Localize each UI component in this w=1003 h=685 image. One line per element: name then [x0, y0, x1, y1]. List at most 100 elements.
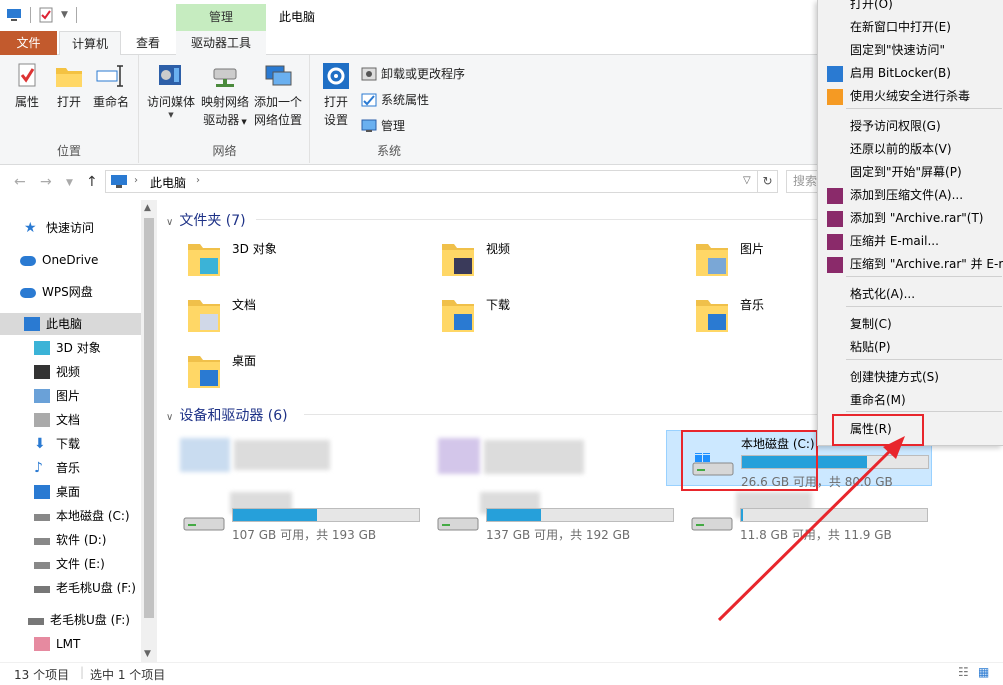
properties-icon[interactable]: [39, 7, 53, 23]
address-bar[interactable]: › 此电脑 › ▽: [105, 170, 758, 193]
sidebar-item[interactable]: 文档: [0, 409, 141, 431]
context-menu-item[interactable]: 压缩到 "Archive.rar" 并 E-mail: [818, 253, 1003, 276]
manage-label: 管理: [381, 119, 406, 133]
back-icon[interactable]: ←: [14, 174, 26, 190]
context-menu-item[interactable]: 格式化(A)...: [818, 283, 1003, 306]
toolbar-separator: [30, 7, 31, 23]
context-menu-item[interactable]: 添加到 "Archive.rar"(T): [818, 207, 1003, 230]
sidebar-item[interactable]: OneDrive: [0, 249, 141, 271]
document-icon: [34, 413, 50, 427]
up-icon[interactable]: ↑: [86, 174, 98, 190]
customize-toolbar-icon[interactable]: ▼: [61, 10, 68, 20]
chevron-right-icon[interactable]: ›: [196, 175, 200, 186]
manage-context-tab[interactable]: 管理: [176, 4, 266, 31]
cloud-icon: [20, 288, 36, 298]
context-menu-item[interactable]: 还原以前的版本(V): [818, 138, 1003, 161]
refresh-button[interactable]: ↻: [758, 170, 778, 193]
scroll-up-icon[interactable]: ▲: [144, 203, 151, 213]
map-network-drive-button[interactable]: 映射网络 驱动器 ▼: [198, 63, 252, 131]
tab-view[interactable]: 查看: [124, 31, 172, 55]
details-view-icon[interactable]: ☷: [958, 665, 969, 679]
context-menu-item[interactable]: 在新窗口中打开(E): [818, 16, 1003, 39]
access-media-button[interactable]: 访问媒体 ▼: [144, 63, 198, 119]
context-menu-item[interactable]: 粘贴(P): [818, 336, 1003, 359]
context-menu-label: 格式化(A)...: [850, 287, 916, 301]
large-icons-view-icon[interactable]: ▦: [978, 665, 989, 679]
gear-icon: [323, 63, 349, 89]
devices-group-header[interactable]: ∨ 设备和驱动器 (6): [166, 405, 288, 425]
sidebar-item[interactable]: ♪ 音乐: [0, 457, 141, 479]
toolbar-separator: [75, 7, 77, 23]
location-group: 属性 打开 重命名 位置: [0, 55, 139, 163]
breadcrumb[interactable]: 此电脑: [150, 174, 186, 191]
tab-computer[interactable]: 计算机: [59, 31, 121, 55]
folder-item[interactable]: 桌面: [158, 346, 398, 396]
explorer-window: ▼ 管理 此电脑 文件 计算机 查看 驱动器工具 属性 打开 重命名 位置 访问…: [0, 0, 1003, 685]
chevron-right-icon[interactable]: ›: [134, 175, 138, 186]
menu-separator: [846, 276, 1002, 277]
sidebar-item-label: 软件 (D:): [56, 533, 107, 547]
chevron-down-icon[interactable]: ▽: [743, 175, 751, 186]
open-settings-button[interactable]: 打开 设置: [311, 63, 361, 129]
context-menu-item[interactable]: 打开(O): [818, 0, 1003, 16]
sidebar-item[interactable]: 图片: [0, 385, 141, 407]
manage-button[interactable]: 管理: [359, 115, 405, 137]
sidebar-item[interactable]: 老毛桃U盘 (F:): [0, 609, 141, 631]
context-menu-item[interactable]: 使用火绒安全进行杀毒: [818, 85, 1003, 108]
folder-label: 文档: [232, 298, 257, 312]
drive-item[interactable]: 107 GB 可用，共 193 GB: [158, 484, 420, 542]
context-menu-item[interactable]: 重命名(M): [818, 389, 1003, 412]
sidebar-item[interactable]: 3D 对象: [0, 337, 141, 359]
folder-item[interactable]: 下载: [412, 290, 652, 340]
uninstall-button[interactable]: 卸载或更改程序: [359, 63, 465, 85]
sidebar-item[interactable]: WPS网盘: [0, 281, 141, 303]
download-icon: ⬇: [34, 436, 46, 452]
folder-item[interactable]: 视频: [412, 234, 652, 284]
video-icon: [34, 365, 50, 379]
computer-icon[interactable]: [6, 8, 22, 22]
context-menu-item[interactable]: 压缩并 E-mail...: [818, 230, 1003, 253]
sidebar-item[interactable]: 此电脑: [0, 313, 141, 335]
cube-icon: [34, 341, 50, 355]
sidebar-item[interactable]: 视频: [0, 361, 141, 383]
recent-locations-icon[interactable]: ▼: [66, 178, 73, 188]
tab-file[interactable]: 文件: [0, 31, 57, 55]
folder-item[interactable]: 文档: [158, 290, 398, 340]
context-menu-item[interactable]: 添加到压缩文件(A)...: [818, 184, 1003, 207]
sidebar-item[interactable]: 桌面: [0, 481, 141, 503]
context-menu-item[interactable]: 固定到"快速访问": [818, 39, 1003, 62]
rename-label: 重命名: [92, 95, 129, 109]
sidebar-scrollbar[interactable]: ▲ ▼: [141, 200, 157, 662]
folder-label: 桌面: [232, 354, 257, 368]
sidebar-item-label: LMT: [56, 637, 81, 651]
network-group: 访问媒体 ▼ 映射网络 驱动器 ▼ 添加一个 网络位置 网络: [140, 55, 310, 163]
drive-item[interactable]: 11.8 GB 可用，共 11.9 GB: [666, 484, 928, 542]
context-menu-item[interactable]: 创建快捷方式(S): [818, 366, 1003, 389]
winrar-icon: [827, 257, 843, 273]
folder-item[interactable]: 3D 对象: [158, 234, 398, 284]
context-menu-item[interactable]: 复制(C): [818, 313, 1003, 336]
sidebar-item[interactable]: 文件 (E:): [0, 553, 141, 575]
sidebar-item[interactable]: 本地磁盘 (C:): [0, 505, 141, 527]
rename-button[interactable]: 重命名: [86, 63, 136, 111]
add-network-location-button[interactable]: 添加一个 网络位置: [250, 63, 306, 129]
folder-icon: [696, 244, 728, 276]
context-menu-item[interactable]: 授予访问权限(G): [818, 115, 1003, 138]
sidebar-item[interactable]: 软件 (D:): [0, 529, 141, 551]
context-menu-item[interactable]: 固定到"开始"屏幕(P): [818, 161, 1003, 184]
forward-icon[interactable]: →: [40, 174, 52, 190]
sidebar-item[interactable]: 老毛桃U盘 (F:): [0, 577, 141, 599]
context-menu-item[interactable]: 启用 BitLocker(B): [818, 62, 1003, 85]
scroll-down-icon[interactable]: ▼: [144, 649, 151, 659]
system-properties-button[interactable]: 系统属性: [359, 89, 429, 111]
sidebar-item[interactable]: ⬇ 下载: [0, 433, 141, 455]
open-settings-label-1: 打开: [323, 95, 348, 109]
system-properties-icon: [361, 93, 377, 107]
drive-item[interactable]: 137 GB 可用，共 192 GB: [412, 484, 674, 542]
scrollbar-thumb[interactable]: [144, 218, 154, 618]
uninstall-label: 卸载或更改程序: [381, 67, 466, 81]
sidebar-item[interactable]: ★ 快速访问: [0, 217, 141, 239]
folders-group-header[interactable]: ∨ 文件夹 (7): [166, 210, 246, 230]
sidebar-item[interactable]: LMT: [0, 633, 141, 655]
usb-drive-icon: [34, 586, 50, 593]
